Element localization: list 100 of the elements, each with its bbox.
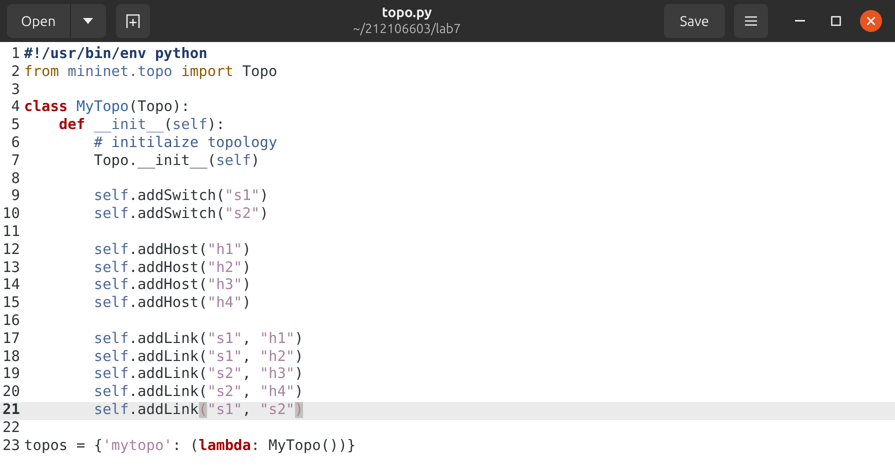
line-number: 11 [2,224,21,242]
minimize-icon [795,20,805,22]
identifier: mininet.topo [68,64,174,80]
line-number: 3 [10,82,21,100]
window-subtitle: ~/212106603/lab7 [352,21,461,38]
code-text: : MyTopo())} [251,438,356,454]
line-number: 6 [10,134,21,153]
string-literal: "s1" [207,402,242,418]
line-number: 1 [10,46,21,64]
string-literal: 'mytopo' [102,438,172,454]
identifier: __init__ [94,117,164,134]
string-literal: "s2" [207,366,242,382]
line-number: 15 [2,295,21,313]
code-text: , [242,330,252,347]
code-text: (Topo): [128,99,190,116]
open-menu-button[interactable] [70,4,106,38]
string-literal: "h1" [207,242,242,258]
line-number: 2 [10,64,21,82]
string-literal: "s2" [260,402,295,418]
string-literal: "s1" [207,348,242,365]
maximize-icon [831,16,841,26]
code-text: ) [242,260,251,276]
line-number: 22 [2,420,21,438]
code-text: .addHost( [128,242,208,258]
line-number: 18 [2,348,21,366]
identifier: self [94,206,129,222]
code-text: .addLink( [128,366,208,382]
code-text: ): [207,117,225,134]
code-text: ) [250,152,260,169]
code-text: .addLink( [128,348,208,365]
identifier: self [216,152,251,169]
line-number: 9 [10,188,21,206]
string-literal: "s2" [224,206,260,222]
string-literal: "s1" [224,188,260,204]
code-text: ) [294,366,304,382]
code-text: ( [164,117,172,134]
code-text: : ( [172,438,199,454]
string-literal: "s2" [207,384,242,400]
matched-bracket: ( [198,402,208,418]
line-number: 8 [10,170,21,188]
identifier: self [172,117,208,134]
code-text: .addHost( [128,295,208,312]
identifier: self [94,277,129,294]
line-number: 23 [2,438,21,456]
identifier: self [94,188,129,204]
string-literal: "h3" [207,277,242,294]
code-text: .addHost( [128,277,208,294]
code-text: , [242,384,252,400]
line-number: 5 [10,117,21,135]
class-name: MyTopo [76,99,129,116]
identifier: self [94,260,129,276]
matched-bracket: ) [294,402,304,418]
new-tab-button[interactable] [116,4,150,38]
code-text: Topo [242,64,278,80]
code-text: .addLink( [128,330,208,347]
line-number: 4 [10,99,21,118]
close-button[interactable] [860,10,882,32]
window-title: topo.py [382,4,432,21]
code-text: ) [294,384,304,400]
save-button[interactable]: Save [664,4,725,38]
keyword: lambda [198,438,252,454]
line-number: 19 [2,366,21,384]
identifier: self [94,330,129,347]
code-text: topos = { [24,438,103,454]
identifier: self [94,242,129,258]
identifier: self [94,348,129,365]
code-text: ) [242,242,251,258]
menu-icon [745,16,757,26]
keyword: from [24,64,60,80]
string-literal: "h3" [260,366,295,382]
code-text: Topo.__init__( [94,152,216,169]
code-text: ) [260,188,268,204]
code-text: .addHost( [128,260,208,276]
code-text: .addLink( [128,384,208,400]
string-literal: "h2" [260,348,295,365]
close-icon [867,17,875,25]
line-number: 16 [2,312,21,331]
code-text: .addSwitch( [128,206,225,222]
identifier: self [94,402,129,418]
open-button[interactable]: Open [7,4,71,38]
string-literal: "h4" [260,384,295,400]
line-number: 10 [2,206,21,224]
string-literal: "h2" [207,260,242,276]
code-text: ) [260,206,268,222]
code-text: .addLink [128,402,199,418]
code-text: ) [242,295,251,312]
menu-button[interactable] [734,4,768,38]
keyword: def [58,117,86,134]
line-number: 7 [10,152,21,171]
new-tab-icon [126,14,140,28]
line-number: 20 [2,384,21,402]
code-text: .addSwitch( [128,188,225,204]
comment: # initilaize topology [94,134,278,151]
string-literal: "h1" [260,330,295,347]
line-number: 14 [2,277,21,296]
string-literal: "s1" [207,330,242,347]
keyword: class [24,99,69,116]
line-number: 13 [2,260,21,278]
keyword: import [181,64,234,80]
identifier: self [94,295,129,312]
